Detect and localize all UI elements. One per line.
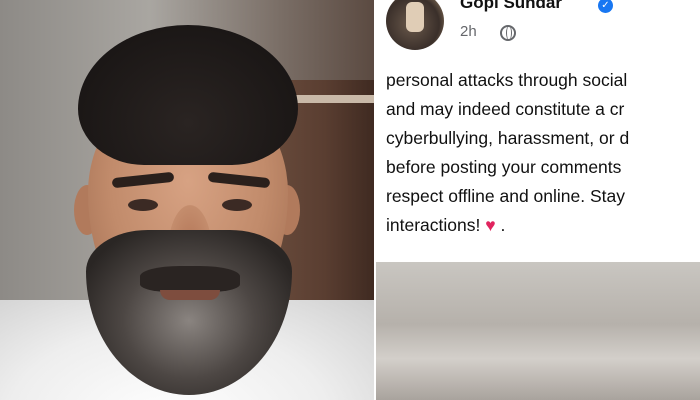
background-frame [290,95,374,103]
author-name[interactable]: Gopi Sundar [460,0,562,13]
post-line: personal attacks through social [386,70,628,90]
post-line: cyberbullying, harassment, or d [386,128,630,148]
post-timestamp[interactable]: 2h [460,23,477,40]
heart-emoji-icon: ♥ [485,215,496,235]
hair [78,25,298,165]
mustache [140,266,240,292]
author-avatar[interactable] [386,0,444,50]
globe-icon [500,25,516,41]
background-below-post [376,262,700,400]
avatar-figure [406,2,424,32]
post-body: personal attacks through social and may … [386,66,700,240]
post-line-last: interactions! ♥ . [386,211,700,240]
post-line: and may indeed constitute a cr [386,99,625,119]
check-badge-icon: ✓ [598,0,613,13]
eye-right [222,199,252,211]
post-line: before posting your comments [386,157,622,177]
post-line: respect offline and online. Stay [386,186,626,206]
social-post-card: Gopi Sundar ✓ 2h personal attacks throug… [376,0,700,262]
post-line-text: interactions! [386,215,486,235]
post-line-end: . [495,215,506,235]
mouth [160,290,220,300]
eye-left [128,199,158,211]
portrait-photo [0,0,374,400]
